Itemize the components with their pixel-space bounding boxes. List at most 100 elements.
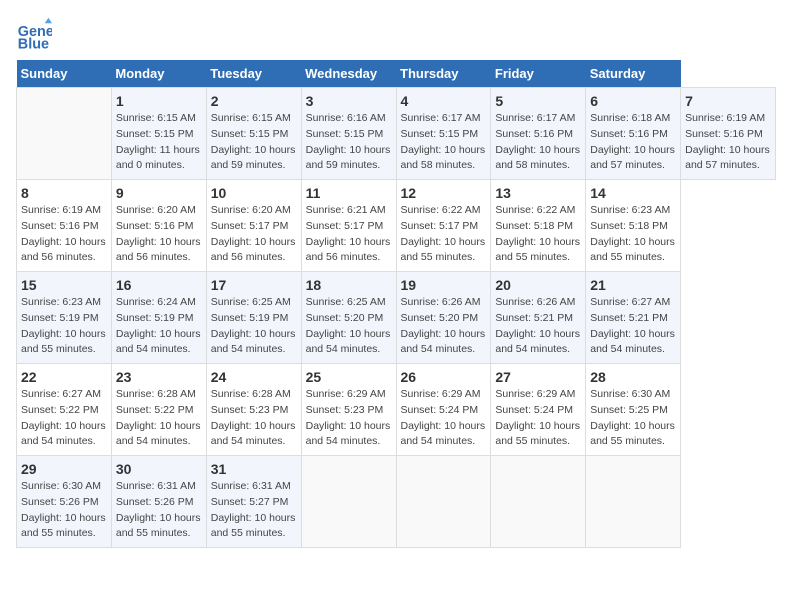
day-number: 11 [306, 185, 392, 201]
calendar-cell: 15 Sunrise: 6:23 AM Sunset: 5:19 PM Dayli… [17, 272, 112, 364]
day-number: 23 [116, 369, 202, 385]
logo: General Blue [16, 16, 52, 52]
calendar-cell: 3Sunrise: 6:16 AM Sunset: 5:15 PM Daylig… [301, 88, 396, 180]
day-info: Sunrise: 6:28 AM Sunset: 5:23 PM Dayligh… [211, 387, 297, 450]
day-info: Sunrise: 6:23 AM Sunset: 5:18 PM Dayligh… [590, 203, 676, 266]
calendar-cell: 6 Sunrise: 6:18 AM Sunset: 5:16 PM Daylig… [586, 88, 681, 180]
day-number: 20 [495, 277, 581, 293]
day-info: Sunrise: 6:17 AM Sunset: 5:15 PM Dayligh… [401, 111, 487, 174]
empty-cell [17, 88, 112, 180]
calendar-cell: 21 Sunrise: 6:27 AM Sunset: 5:21 PM Dayli… [586, 272, 681, 364]
day-header-tuesday: Tuesday [206, 60, 301, 88]
day-header-saturday: Saturday [586, 60, 681, 88]
calendar-cell [396, 456, 491, 548]
day-number: 2 [211, 93, 297, 109]
day-number: 21 [590, 277, 676, 293]
header-row: SundayMondayTuesdayWednesdayThursdayFrid… [17, 60, 776, 88]
calendar-cell [301, 456, 396, 548]
day-number: 3 [306, 93, 392, 109]
calendar-cell: 11 Sunrise: 6:21 AM Sunset: 5:17 PM Dayli… [301, 180, 396, 272]
calendar-cell: 18Sunrise: 6:25 AM Sunset: 5:20 PM Dayli… [301, 272, 396, 364]
calendar-cell: 23Sunrise: 6:28 AM Sunset: 5:22 PM Dayli… [111, 364, 206, 456]
calendar-cell [586, 456, 681, 548]
day-header-sunday: Sunday [17, 60, 112, 88]
day-info: Sunrise: 6:22 AM Sunset: 5:17 PM Dayligh… [401, 203, 487, 266]
calendar-cell: 13 Sunrise: 6:22 AM Sunset: 5:18 PM Dayli… [491, 180, 586, 272]
day-info: Sunrise: 6:15 AM Sunset: 5:15 PM Dayligh… [116, 111, 202, 174]
day-info: Sunrise: 6:26 AM Sunset: 5:20 PM Dayligh… [401, 295, 487, 358]
day-info: Sunrise: 6:19 AM Sunset: 5:16 PM Dayligh… [685, 111, 771, 174]
logo-icon: General Blue [16, 16, 52, 52]
day-info: Sunrise: 6:24 AM Sunset: 5:19 PM Dayligh… [116, 295, 202, 358]
calendar-cell: 24 Sunrise: 6:28 AM Sunset: 5:23 PM Dayli… [206, 364, 301, 456]
calendar-cell: 17 Sunrise: 6:25 AM Sunset: 5:19 PM Dayli… [206, 272, 301, 364]
day-info: Sunrise: 6:25 AM Sunset: 5:20 PM Dayligh… [306, 295, 392, 358]
calendar-cell: 9Sunrise: 6:20 AM Sunset: 5:16 PM Daylig… [111, 180, 206, 272]
day-header-monday: Monday [111, 60, 206, 88]
calendar-cell: 2Sunrise: 6:15 AM Sunset: 5:15 PM Daylig… [206, 88, 301, 180]
week-row: 15 Sunrise: 6:23 AM Sunset: 5:19 PM Dayli… [17, 272, 776, 364]
day-info: Sunrise: 6:30 AM Sunset: 5:25 PM Dayligh… [590, 387, 676, 450]
day-header-friday: Friday [491, 60, 586, 88]
calendar-cell: 10 Sunrise: 6:20 AM Sunset: 5:17 PM Dayli… [206, 180, 301, 272]
day-number: 7 [685, 93, 771, 109]
day-number: 6 [590, 93, 676, 109]
day-number: 12 [401, 185, 487, 201]
day-number: 17 [211, 277, 297, 293]
day-info: Sunrise: 6:22 AM Sunset: 5:18 PM Dayligh… [495, 203, 581, 266]
week-row: 29Sunrise: 6:30 AM Sunset: 5:26 PM Dayli… [17, 456, 776, 548]
calendar-cell: 12 Sunrise: 6:22 AM Sunset: 5:17 PM Dayli… [396, 180, 491, 272]
day-info: Sunrise: 6:19 AM Sunset: 5:16 PM Dayligh… [21, 203, 107, 266]
calendar-cell: 7 Sunrise: 6:19 AM Sunset: 5:16 PM Daylig… [681, 88, 776, 180]
calendar-cell: 14 Sunrise: 6:23 AM Sunset: 5:18 PM Dayli… [586, 180, 681, 272]
day-info: Sunrise: 6:30 AM Sunset: 5:26 PM Dayligh… [21, 479, 107, 542]
week-row: 8 Sunrise: 6:19 AM Sunset: 5:16 PM Daylig… [17, 180, 776, 272]
day-number: 15 [21, 277, 107, 293]
day-info: Sunrise: 6:18 AM Sunset: 5:16 PM Dayligh… [590, 111, 676, 174]
day-number: 30 [116, 461, 202, 477]
day-number: 1 [116, 93, 202, 109]
calendar-cell: 26 Sunrise: 6:29 AM Sunset: 5:24 PM Dayli… [396, 364, 491, 456]
day-number: 16 [116, 277, 202, 293]
week-row: 22Sunrise: 6:27 AM Sunset: 5:22 PM Dayli… [17, 364, 776, 456]
calendar-cell: 8 Sunrise: 6:19 AM Sunset: 5:16 PM Daylig… [17, 180, 112, 272]
day-number: 4 [401, 93, 487, 109]
day-number: 27 [495, 369, 581, 385]
day-info: Sunrise: 6:29 AM Sunset: 5:24 PM Dayligh… [495, 387, 581, 450]
day-header-wednesday: Wednesday [301, 60, 396, 88]
day-info: Sunrise: 6:29 AM Sunset: 5:24 PM Dayligh… [401, 387, 487, 450]
day-number: 13 [495, 185, 581, 201]
day-number: 19 [401, 277, 487, 293]
calendar-cell: 30 Sunrise: 6:31 AM Sunset: 5:26 PM Dayli… [111, 456, 206, 548]
page-header: General Blue [16, 16, 776, 52]
day-info: Sunrise: 6:31 AM Sunset: 5:27 PM Dayligh… [211, 479, 297, 542]
day-header-thursday: Thursday [396, 60, 491, 88]
day-info: Sunrise: 6:29 AM Sunset: 5:23 PM Dayligh… [306, 387, 392, 450]
calendar-cell: 16 Sunrise: 6:24 AM Sunset: 5:19 PM Dayli… [111, 272, 206, 364]
day-number: 26 [401, 369, 487, 385]
calendar-cell: 28 Sunrise: 6:30 AM Sunset: 5:25 PM Dayli… [586, 364, 681, 456]
calendar-cell: 29Sunrise: 6:30 AM Sunset: 5:26 PM Dayli… [17, 456, 112, 548]
day-number: 5 [495, 93, 581, 109]
day-number: 9 [116, 185, 202, 201]
calendar-cell: 20Sunrise: 6:26 AM Sunset: 5:21 PM Dayli… [491, 272, 586, 364]
svg-text:Blue: Blue [18, 36, 49, 52]
calendar-cell: 19 Sunrise: 6:26 AM Sunset: 5:20 PM Dayli… [396, 272, 491, 364]
day-number: 14 [590, 185, 676, 201]
day-info: Sunrise: 6:31 AM Sunset: 5:26 PM Dayligh… [116, 479, 202, 542]
day-number: 24 [211, 369, 297, 385]
calendar-cell [491, 456, 586, 548]
calendar-cell: 25Sunrise: 6:29 AM Sunset: 5:23 PM Dayli… [301, 364, 396, 456]
day-info: Sunrise: 6:20 AM Sunset: 5:17 PM Dayligh… [211, 203, 297, 266]
day-info: Sunrise: 6:17 AM Sunset: 5:16 PM Dayligh… [495, 111, 581, 174]
day-info: Sunrise: 6:21 AM Sunset: 5:17 PM Dayligh… [306, 203, 392, 266]
calendar-cell: 27 Sunrise: 6:29 AM Sunset: 5:24 PM Dayli… [491, 364, 586, 456]
day-number: 8 [21, 185, 107, 201]
day-number: 22 [21, 369, 107, 385]
day-info: Sunrise: 6:25 AM Sunset: 5:19 PM Dayligh… [211, 295, 297, 358]
calendar-cell: 22Sunrise: 6:27 AM Sunset: 5:22 PM Dayli… [17, 364, 112, 456]
day-number: 28 [590, 369, 676, 385]
day-info: Sunrise: 6:23 AM Sunset: 5:19 PM Dayligh… [21, 295, 107, 358]
day-number: 10 [211, 185, 297, 201]
day-info: Sunrise: 6:27 AM Sunset: 5:21 PM Dayligh… [590, 295, 676, 358]
